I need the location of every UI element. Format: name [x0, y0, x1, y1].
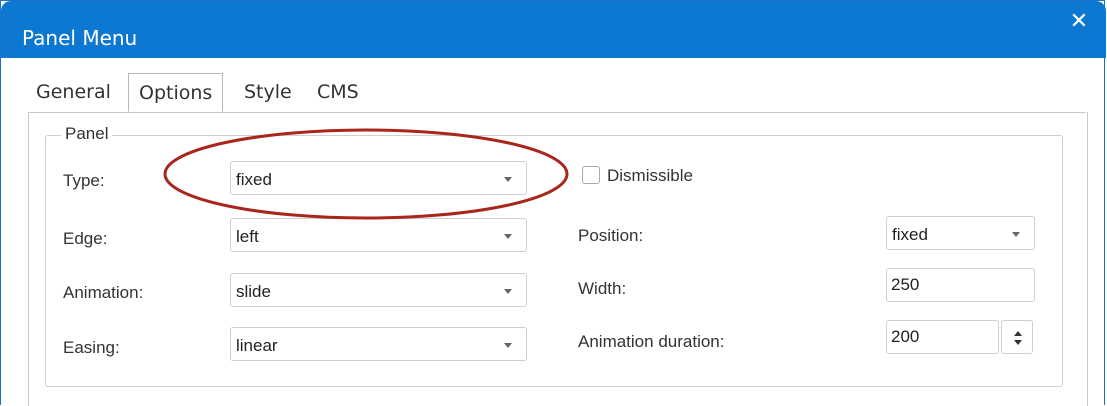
tab-cms[interactable]: CMS — [317, 73, 359, 111]
width-value: 250 — [891, 275, 920, 294]
type-select[interactable]: fixed — [230, 161, 527, 195]
chevron-down-icon — [1012, 232, 1020, 237]
tab-bar: General Options Style CMS — [28, 73, 1086, 113]
position-value: fixed — [892, 225, 928, 244]
animation-select[interactable]: slide — [230, 273, 527, 307]
dismissible-checkbox[interactable] — [582, 166, 600, 184]
tab-content: Panel Type: fixed Edge: left Animation: … — [28, 112, 1088, 406]
dialog-title: Panel Menu — [22, 26, 138, 50]
edge-value: left — [236, 227, 259, 246]
title-bar: Panel Menu ✕ — [1, 1, 1106, 58]
tab-style[interactable]: Style — [244, 73, 292, 111]
animation-duration-value: 200 — [891, 327, 920, 346]
chevron-down-icon — [504, 177, 512, 182]
width-label: Width: — [578, 279, 627, 298]
type-label: Type: — [63, 171, 105, 190]
panel-legend: Panel — [61, 124, 113, 144]
chevron-down-icon — [504, 289, 512, 294]
chevron-down-icon — [504, 234, 512, 239]
animation-duration-input[interactable]: 200 — [886, 320, 999, 354]
width-input[interactable]: 250 — [886, 268, 1035, 302]
tab-general[interactable]: General — [36, 73, 111, 111]
easing-select[interactable]: linear — [230, 327, 527, 361]
spin-down-icon[interactable] — [1014, 340, 1022, 345]
spin-up-icon[interactable] — [1014, 331, 1022, 336]
position-label: Position: — [578, 226, 644, 245]
animation-duration-spinner[interactable] — [1001, 320, 1033, 354]
easing-value: linear — [236, 336, 278, 355]
animation-label: Animation: — [63, 283, 144, 302]
edge-select[interactable]: left — [230, 218, 527, 252]
panel-fieldset: Panel Type: fixed Edge: left Animation: … — [45, 124, 1063, 387]
easing-label: Easing: — [63, 338, 120, 357]
panel-menu-dialog: Panel Menu ✕ General Options Style CMS P… — [0, 0, 1106, 406]
chevron-down-icon — [504, 343, 512, 348]
close-icon[interactable]: ✕ — [1068, 9, 1090, 33]
type-value: fixed — [236, 170, 272, 189]
animation-value: slide — [236, 282, 271, 301]
tab-options[interactable]: Options — [128, 73, 224, 112]
edge-label: Edge: — [63, 229, 108, 248]
dismissible-label[interactable]: Dismissible — [607, 166, 693, 186]
position-select[interactable]: fixed — [886, 216, 1035, 250]
animation-duration-label: Animation duration: — [578, 332, 725, 351]
